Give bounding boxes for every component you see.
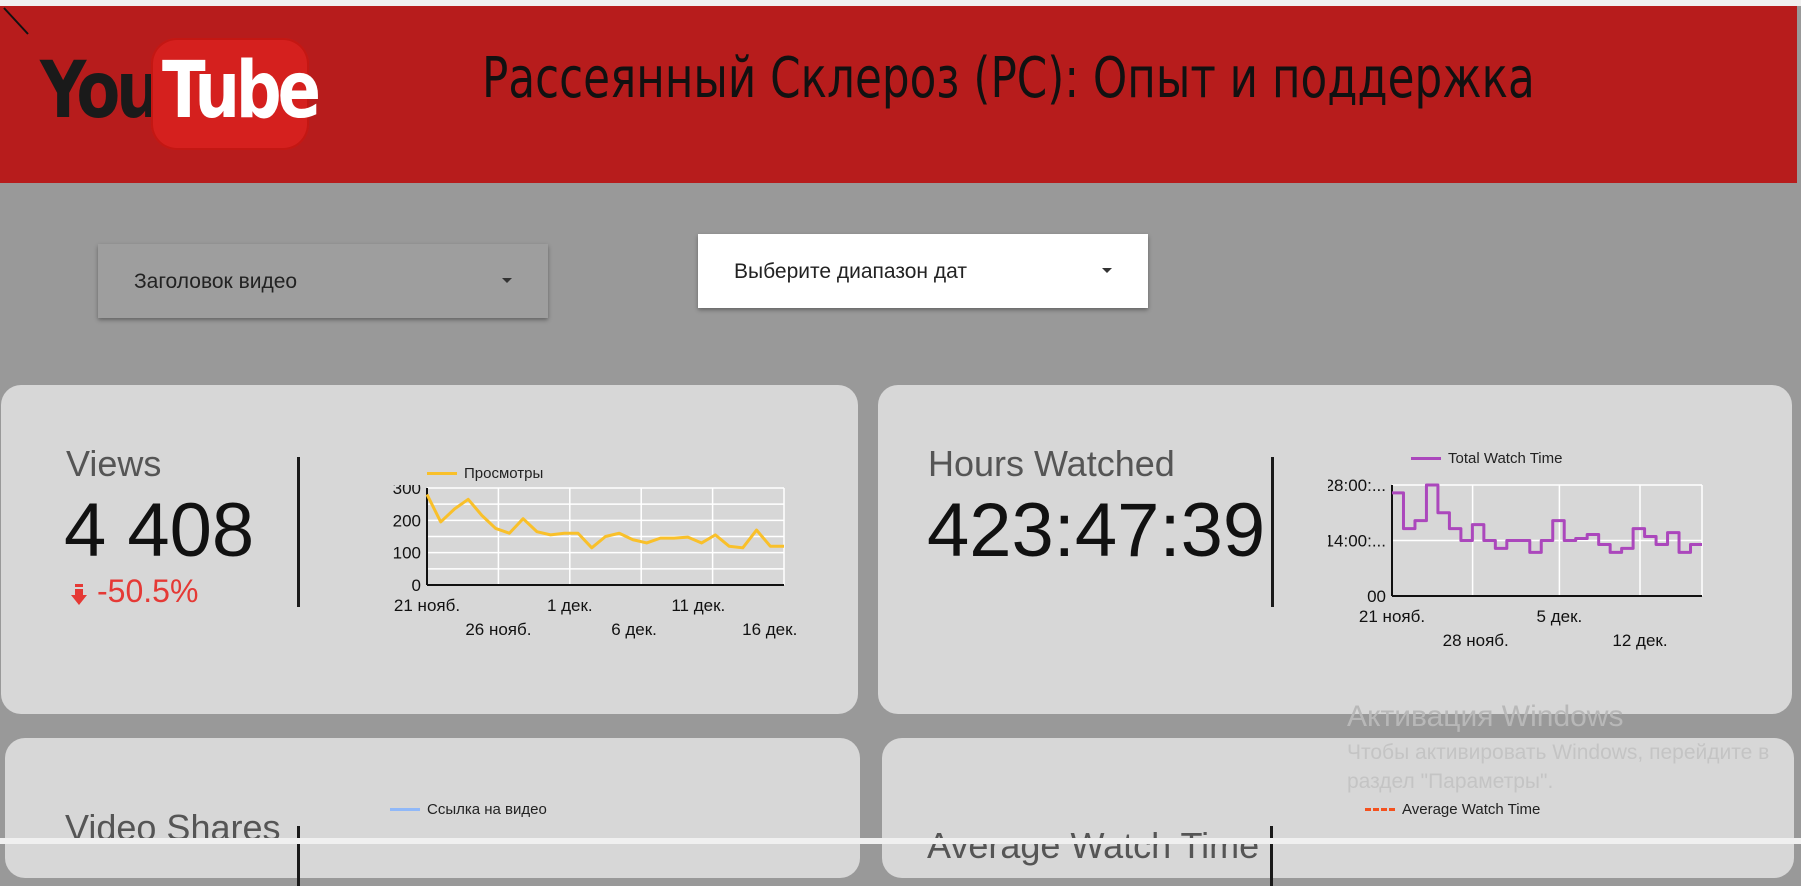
y-tick-label: 00 [1367,587,1386,606]
views-divider [297,457,300,607]
x-tick-label: 26 нояб. [465,620,531,639]
y-tick-label: 300 [393,485,421,498]
series-line-просмотры [425,493,784,550]
logo-you-text: You [40,46,162,136]
y-tick-label: 200 [393,511,421,530]
video-title-dropdown-label: Заголовок видео [134,270,298,293]
video-title-dropdown[interactable]: Заголовок видео [98,244,548,318]
down-arrow-icon [71,584,87,605]
views-line-chart: 300 200 100 021 нояб. 1 дек. 11 дек. 26 нояб. 6… [393,485,798,639]
shares-divider [297,826,300,886]
hours-watched-card: Hours Watched 423:47:39 Total Watch Time… [878,385,1792,714]
legend-swatch [1411,457,1441,460]
x-tick-label: 6 дек. [611,620,657,639]
legend-swatch [427,472,457,475]
legend-label: Ссылка на видео [427,801,547,818]
hours-watched-label: Hours Watched [928,443,1175,484]
page-title: Рассеянный Склероз (РС): Опыт и поддержк… [482,46,1535,111]
date-range-dropdown-label: Выберите диапазон дат [734,260,967,283]
y-tick-label: 100 [393,544,421,563]
legend-label: Total Watch Time [1448,450,1563,467]
views-change: -50.5% [97,573,199,609]
window-bottom-strip [0,838,1801,844]
hours-chart-legend: Total Watch Time [1411,450,1562,467]
header-banner: You Tube Рассеянный Склероз (РС): Опыт и… [0,6,1797,183]
legend-label: Average Watch Time [1402,801,1541,818]
legend-swatch [1365,808,1395,811]
x-tick-label: 5 дек. [1537,607,1583,626]
y-tick-label: 14:00:... [1328,532,1386,551]
y-tick-label: 0 [412,576,421,595]
date-range-dropdown[interactable]: Выберите диапазон дат [698,234,1148,308]
x-tick-label: 12 дек. [1612,631,1667,650]
hours-line-chart: 28:00:... 14:00:... 0021 нояб. 5 дек. 28 ноя… [1328,476,1703,650]
average-watch-time-label: Average Watch Time [927,825,1260,866]
legend-label: Просмотры [464,465,544,482]
x-tick-label: 16 дек. [742,620,797,639]
windows-activation-line2: раздел "Параметры". [1347,770,1554,793]
shares-chart-legend: Ссылка на видео [390,801,547,818]
x-tick-label: 21 нояб. [394,596,460,615]
x-tick-label: 11 дек. [671,596,725,615]
y-tick-label: 28:00:... [1328,476,1386,495]
hours-divider [1271,457,1274,607]
views-label: Views [66,443,162,484]
windows-activation-line1: Чтобы активировать Windows, перейдите в [1347,741,1770,764]
legend-swatch [390,808,420,811]
chevron-down-icon [502,278,512,283]
views-card: Views 4 408 -50.5% Просмотры 300 200 100 0 2… [1,385,858,714]
video-shares-card: Video Shares Ссылка на видео [5,738,860,886]
logo-tube-text: Tube [162,46,321,136]
chevron-down-icon [1102,268,1112,273]
series-line-total-watch-time [1392,483,1702,554]
avg-chart-legend: Average Watch Time [1365,801,1540,818]
youtube-logo: You Tube [40,38,321,150]
hours-watched-value: 423:47:39 [927,488,1266,573]
diagonal-line-mark [3,7,29,35]
views-value: 4 408 [64,488,255,573]
x-tick-label: 1 дек. [547,596,593,615]
views-chart-legend: Просмотры [427,465,543,482]
x-tick-label: 21 нояб. [1359,607,1425,626]
windows-activation-title: Активация Windows [1347,700,1624,733]
x-tick-label: 28 нояб. [1443,631,1509,650]
avg-divider [1270,826,1273,886]
